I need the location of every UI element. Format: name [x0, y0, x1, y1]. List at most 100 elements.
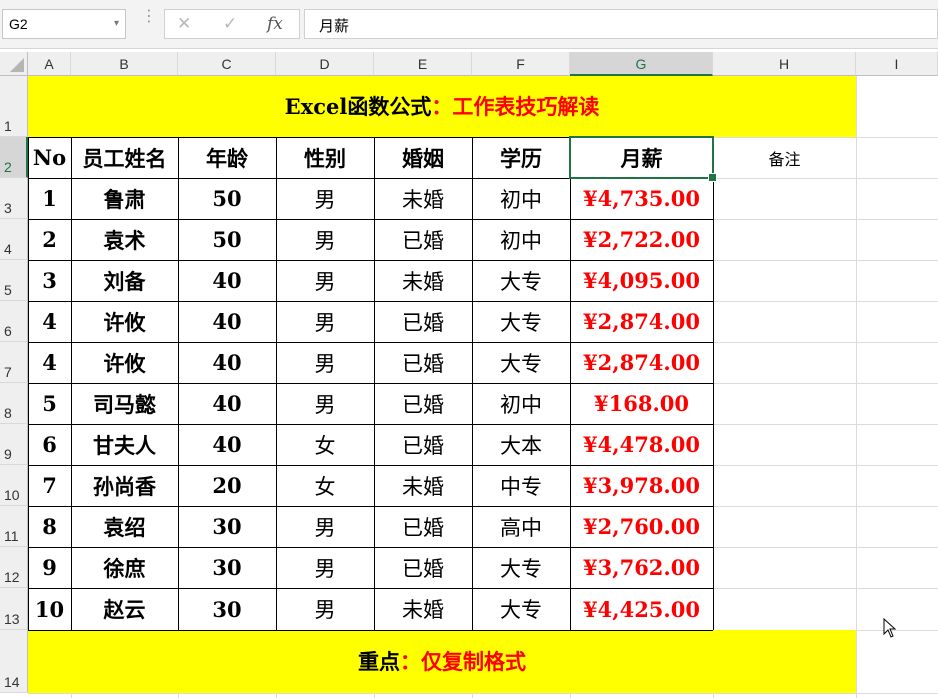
table-cell[interactable]: 30 — [178, 506, 276, 547]
table-cell[interactable]: 鲁肃 — [71, 178, 178, 219]
table-cell[interactable]: 5 — [28, 383, 71, 424]
enter-icon[interactable]: ✓ — [223, 14, 237, 34]
selected-cell[interactable] — [569, 136, 717, 182]
table-cell[interactable]: 已婚 — [374, 342, 472, 383]
column-header-e[interactable]: E — [374, 52, 472, 76]
column-header-d[interactable]: D — [276, 52, 374, 76]
table-cell[interactable]: 大本 — [472, 424, 570, 465]
chevron-down-icon[interactable]: ▾ — [114, 18, 119, 29]
table-cell[interactable]: 赵云 — [71, 588, 178, 630]
table-header-cell[interactable]: 学历 — [472, 137, 570, 178]
table-header-cell[interactable]: 婚姻 — [374, 137, 472, 178]
table-cell[interactable]: 高中 — [472, 506, 570, 547]
row-header-8[interactable]: 8 — [0, 383, 28, 424]
table-cell[interactable]: 许攸 — [71, 301, 178, 342]
row-header-10[interactable]: 10 — [0, 465, 28, 506]
row-header-12[interactable]: 12 — [0, 547, 28, 588]
fill-handle[interactable] — [708, 173, 717, 182]
table-cell[interactable]: 未婚 — [374, 178, 472, 219]
table-cell[interactable]: 10 — [28, 588, 71, 630]
table-cell[interactable]: 8 — [28, 506, 71, 547]
row-header-5[interactable]: 5 — [0, 260, 28, 301]
table-cell[interactable]: 30 — [178, 547, 276, 588]
table-header-cell[interactable]: No — [28, 137, 71, 178]
table-cell[interactable]: ¥2,760.00 — [570, 506, 713, 547]
table-cell[interactable]: 50 — [178, 219, 276, 260]
row-header-7[interactable]: 7 — [0, 342, 28, 383]
table-cell[interactable]: 40 — [178, 342, 276, 383]
table-cell[interactable]: 9 — [28, 547, 71, 588]
insert-function-icon[interactable]: fx — [267, 14, 283, 34]
table-cell[interactable]: 司马懿 — [71, 383, 178, 424]
table-cell[interactable]: ¥2,722.00 — [570, 219, 713, 260]
table-cell[interactable]: ¥3,978.00 — [570, 465, 713, 506]
table-cell[interactable]: 中专 — [472, 465, 570, 506]
table-cell[interactable]: 2 — [28, 219, 71, 260]
table-cell[interactable]: 6 — [28, 424, 71, 465]
table-cell[interactable]: ¥4,735.00 — [570, 178, 713, 219]
table-cell[interactable]: 袁术 — [71, 219, 178, 260]
column-header-g[interactable]: G — [570, 52, 713, 76]
table-cell[interactable]: 40 — [178, 260, 276, 301]
column-header-c[interactable]: C — [178, 52, 276, 76]
footer-banner[interactable]: 重点：仅复制格式 — [28, 630, 856, 693]
table-cell[interactable]: 男 — [276, 260, 374, 301]
table-cell[interactable]: 40 — [178, 383, 276, 424]
table-cell[interactable]: 已婚 — [374, 301, 472, 342]
table-cell[interactable]: 初中 — [472, 219, 570, 260]
table-cell[interactable]: 刘备 — [71, 260, 178, 301]
column-header-i[interactable]: I — [856, 52, 938, 76]
select-all-button[interactable] — [0, 52, 28, 76]
table-cell[interactable]: 男 — [276, 383, 374, 424]
table-cell[interactable]: 男 — [276, 547, 374, 588]
table-cell[interactable]: 已婚 — [374, 219, 472, 260]
table-cell[interactable]: ¥4,478.00 — [570, 424, 713, 465]
row-header-13[interactable]: 13 — [0, 588, 28, 630]
row-header-11[interactable]: 11 — [0, 506, 28, 547]
table-cell[interactable]: 甘夫人 — [71, 424, 178, 465]
table-cell[interactable]: 50 — [178, 178, 276, 219]
table-cell[interactable]: 男 — [276, 342, 374, 383]
table-cell[interactable]: ¥2,874.00 — [570, 342, 713, 383]
table-cell[interactable]: ¥3,762.00 — [570, 547, 713, 588]
table-cell[interactable]: 男 — [276, 178, 374, 219]
row-header-14[interactable]: 14 — [0, 630, 28, 693]
table-cell[interactable]: 30 — [178, 588, 276, 630]
title-banner[interactable]: Excel函数公式：工作表技巧解读 — [28, 76, 856, 137]
table-cell[interactable]: 大专 — [472, 547, 570, 588]
table-cell[interactable]: 男 — [276, 301, 374, 342]
table-cell[interactable]: 未婚 — [374, 588, 472, 630]
table-cell[interactable]: 3 — [28, 260, 71, 301]
table-cell[interactable]: 已婚 — [374, 383, 472, 424]
table-cell[interactable]: 未婚 — [374, 260, 472, 301]
table-cell[interactable]: 7 — [28, 465, 71, 506]
table-cell[interactable]: 许攸 — [71, 342, 178, 383]
column-header-f[interactable]: F — [472, 52, 570, 76]
table-cell[interactable]: 男 — [276, 588, 374, 630]
table-cell[interactable]: ¥4,425.00 — [570, 588, 713, 630]
row-header-4[interactable]: 4 — [0, 219, 28, 260]
row-header-9[interactable]: 9 — [0, 424, 28, 465]
table-cell[interactable]: 已婚 — [374, 547, 472, 588]
table-cell[interactable]: ¥2,874.00 — [570, 301, 713, 342]
table-cell[interactable]: 大专 — [472, 260, 570, 301]
table-cell[interactable]: 大专 — [472, 301, 570, 342]
table-cell[interactable]: ¥168.00 — [570, 383, 713, 424]
table-cell[interactable]: 女 — [276, 424, 374, 465]
name-box[interactable]: G2 ▾ — [2, 9, 126, 39]
table-cell[interactable]: 徐庶 — [71, 547, 178, 588]
column-header-b[interactable]: B — [71, 52, 178, 76]
row-header-3[interactable]: 3 — [0, 178, 28, 219]
table-cell[interactable]: 40 — [178, 301, 276, 342]
table-header-cell[interactable]: 年龄 — [178, 137, 276, 178]
table-cell[interactable]: 男 — [276, 506, 374, 547]
table-cell[interactable]: 初中 — [472, 383, 570, 424]
table-cell[interactable]: 袁绍 — [71, 506, 178, 547]
column-header-a[interactable]: A — [28, 52, 71, 76]
row-header-1[interactable]: 1 — [0, 76, 28, 137]
table-cell[interactable]: 孙尚香 — [71, 465, 178, 506]
column-header-h[interactable]: H — [713, 52, 856, 76]
table-cell[interactable]: 4 — [28, 301, 71, 342]
table-cell[interactable]: 初中 — [472, 178, 570, 219]
table-cell[interactable]: 4 — [28, 342, 71, 383]
